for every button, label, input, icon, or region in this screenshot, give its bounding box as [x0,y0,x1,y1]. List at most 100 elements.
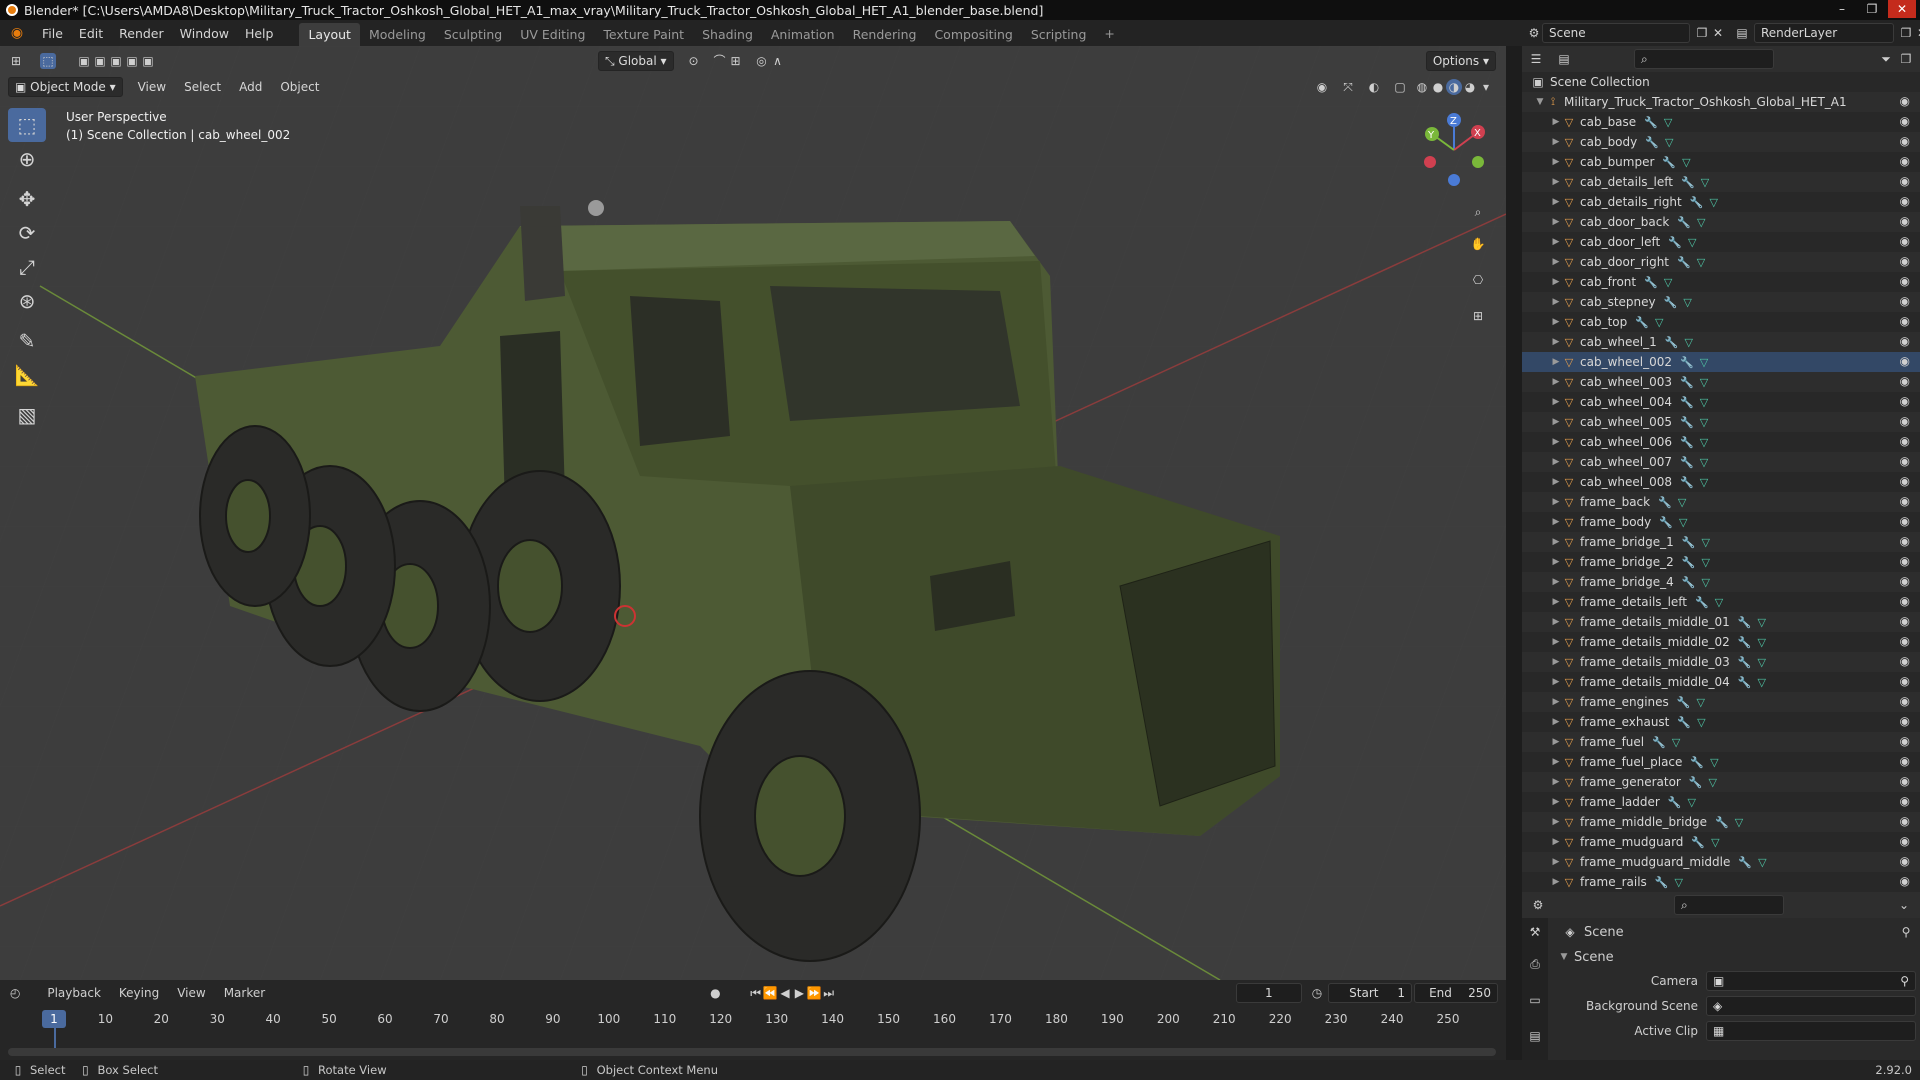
modifier-wrench-icon[interactable]: 🔧 [1677,256,1691,269]
modifier-wrench-icon[interactable]: 🔧 [1668,796,1682,809]
mesh-data-icon[interactable]: ▽ [1688,236,1696,249]
expand-toggle-icon[interactable]: ▶ [1550,617,1562,627]
select-tool-icon[interactable]: ⬚ [40,53,56,69]
snap-target-icon[interactable]: ⊞ [728,53,744,69]
visibility-eye-icon[interactable]: ◉ [1900,534,1910,548]
delete-layer-icon[interactable]: ✕ [1914,25,1920,41]
expand-toggle-icon[interactable]: ▶ [1550,297,1562,307]
eyedropper-icon[interactable]: ⚲ [1900,974,1909,988]
properties-search[interactable]: ⌕ [1674,895,1784,915]
expand-toggle-icon[interactable]: ▶ [1550,317,1562,327]
visibility-eye-icon[interactable]: ◉ [1900,674,1910,688]
visibility-eye-icon[interactable]: ◉ [1900,454,1910,468]
modifier-wrench-icon[interactable]: 🔧 [1680,376,1694,389]
outliner-row[interactable]: ▶ ▽ frame_back 🔧 ▽ ◉ [1522,492,1920,512]
mesh-data-icon[interactable]: ▽ [1700,436,1708,449]
modifier-wrench-icon[interactable]: 🔧 [1659,516,1673,529]
display-mode-icon[interactable]: ▤ [1556,51,1572,67]
options-dropdown[interactable]: Options ▾ [1425,51,1496,71]
outliner-row[interactable]: ▶ ▽ frame_details_middle_01 🔧 ▽ ◉ [1522,612,1920,632]
visibility-eye-icon[interactable]: ◉ [1900,874,1910,888]
expand-toggle-icon[interactable]: ▶ [1550,597,1562,607]
expand-toggle-icon[interactable]: ▶ [1550,797,1562,807]
modifier-wrench-icon[interactable]: 🔧 [1682,576,1696,589]
editor-type-icon[interactable]: ⊞ [8,53,24,69]
mesh-data-icon[interactable]: ▽ [1697,216,1705,229]
visibility-eye-icon[interactable]: ◉ [1900,394,1910,408]
visibility-eye-icon[interactable]: ◉ [1900,254,1910,268]
visibility-eye-icon[interactable]: ◉ [1900,354,1910,368]
mesh-data-icon[interactable]: ▽ [1688,796,1696,809]
modifier-wrench-icon[interactable]: 🔧 [1690,196,1704,209]
outliner-row[interactable]: ▶ ▽ cab_stepney 🔧 ▽ ◉ [1522,292,1920,312]
record-icon[interactable]: ● [708,985,722,1001]
outliner-editor-icon[interactable]: ☰ [1528,51,1544,67]
truck-collection-row[interactable]: ▼ ⟟ Military_Truck_Tractor_Oshkosh_Globa… [1522,92,1920,112]
mesh-data-icon[interactable]: ▽ [1700,456,1708,469]
visibility-eye-icon[interactable]: ◉ [1900,334,1910,348]
outliner-row[interactable]: ▶ ▽ frame_exhaust 🔧 ▽ ◉ [1522,712,1920,732]
ortho-grid-icon[interactable]: ⊞ [1470,308,1486,324]
scene-selector[interactable]: Scene [1542,23,1690,43]
play-icon[interactable]: ▶ [792,985,806,1001]
expand-toggle-icon[interactable]: ▶ [1550,757,1562,767]
mesh-data-icon[interactable]: ▽ [1710,756,1718,769]
camera-view-icon[interactable]: ⎔ [1470,272,1486,288]
outliner-row[interactable]: ▶ ▽ cab_body 🔧 ▽ ◉ [1522,132,1920,152]
options-chevron-icon[interactable]: ⌄ [1896,897,1912,913]
mode-subtract-icon[interactable]: ▣ [108,53,124,69]
outliner-row[interactable]: ▶ ▽ frame_bridge_2 🔧 ▽ ◉ [1522,552,1920,572]
mode-extend-icon[interactable]: ▣ [92,53,108,69]
modifier-wrench-icon[interactable]: 🔧 [1682,556,1696,569]
expand-toggle-icon[interactable]: ▶ [1550,877,1562,887]
visibility-eye-icon[interactable]: ◉ [1900,114,1910,128]
menu-render[interactable]: Render [111,26,172,41]
mesh-data-icon[interactable]: ▽ [1701,556,1709,569]
mesh-data-icon[interactable]: ▽ [1700,376,1708,389]
expand-toggle-icon[interactable]: ▶ [1550,177,1562,187]
expand-toggle-icon[interactable]: ▶ [1550,437,1562,447]
expand-toggle-icon[interactable]: ▶ [1550,737,1562,747]
mesh-data-icon[interactable]: ▽ [1682,156,1690,169]
delete-scene-icon[interactable]: ✕ [1710,25,1726,41]
timeline-editor-icon[interactable]: ◴ [8,985,22,1001]
visibility-eye-icon[interactable]: ◉ [1900,694,1910,708]
expand-toggle-icon[interactable]: ▶ [1550,557,1562,567]
expand-toggle-icon[interactable]: ▶ [1550,477,1562,487]
mesh-data-icon[interactable]: ▽ [1709,776,1717,789]
preview-range-icon[interactable]: ◷ [1310,985,1324,1001]
modifier-wrench-icon[interactable]: 🔧 [1695,596,1709,609]
modifier-wrench-icon[interactable]: 🔧 [1635,316,1649,329]
outliner-row[interactable]: ▶ ▽ cab_bumper 🔧 ▽ ◉ [1522,152,1920,172]
visibility-eye-icon[interactable]: ◉ [1900,814,1910,828]
new-layer-icon[interactable]: ❐ [1898,25,1914,41]
modifier-wrench-icon[interactable]: 🔧 [1658,496,1672,509]
tab-rendering[interactable]: Rendering [844,23,926,46]
visibility-eye-icon[interactable]: ◉ [1900,494,1910,508]
modifier-wrench-icon[interactable]: 🔧 [1738,676,1752,689]
mesh-data-icon[interactable]: ▽ [1700,476,1708,489]
properties-editor-icon[interactable]: ⚙ [1530,897,1546,913]
visibility-eye-icon[interactable]: ◉ [1900,574,1910,588]
frame-ruler[interactable]: 1102030405060708090100110120130140150160… [0,1012,1506,1032]
object-mode-dropdown[interactable]: ▣ Object Mode ▾ [8,77,123,97]
rotate-tool[interactable]: ⟳ [8,216,46,250]
viewport-menu-add[interactable]: Add [230,80,271,94]
overlay-toggle-icon[interactable]: ◐ [1366,79,1382,95]
expand-toggle-icon[interactable]: ▶ [1550,697,1562,707]
visibility-eye-icon[interactable]: ◉ [1900,414,1910,428]
modifier-wrench-icon[interactable]: 🔧 [1652,736,1666,749]
new-scene-icon[interactable]: ❐ [1694,25,1710,41]
outliner-row[interactable]: ▶ ▽ frame_details_middle_04 🔧 ▽ ◉ [1522,672,1920,692]
visibility-eye-icon[interactable]: ◉ [1900,614,1910,628]
measure-tool[interactable]: 📐 [8,358,46,392]
visibility-eye-icon[interactable]: ◉ [1900,94,1910,108]
expand-toggle-icon[interactable]: ▶ [1550,457,1562,467]
outliner-row[interactable]: ▶ ▽ frame_generator 🔧 ▽ ◉ [1522,772,1920,792]
outliner-row[interactable]: ▶ ▽ cab_details_right 🔧 ▽ ◉ [1522,192,1920,212]
current-frame-field[interactable]: 1 [1235,983,1302,1003]
expand-toggle-icon[interactable]: ▶ [1550,837,1562,847]
outliner-row[interactable]: ▶ ▽ frame_rails 🔧 ▽ ◉ [1522,872,1920,892]
pan-hand-icon[interactable]: ✋ [1470,236,1486,252]
visibility-eye-icon[interactable]: ◉ [1900,854,1910,868]
